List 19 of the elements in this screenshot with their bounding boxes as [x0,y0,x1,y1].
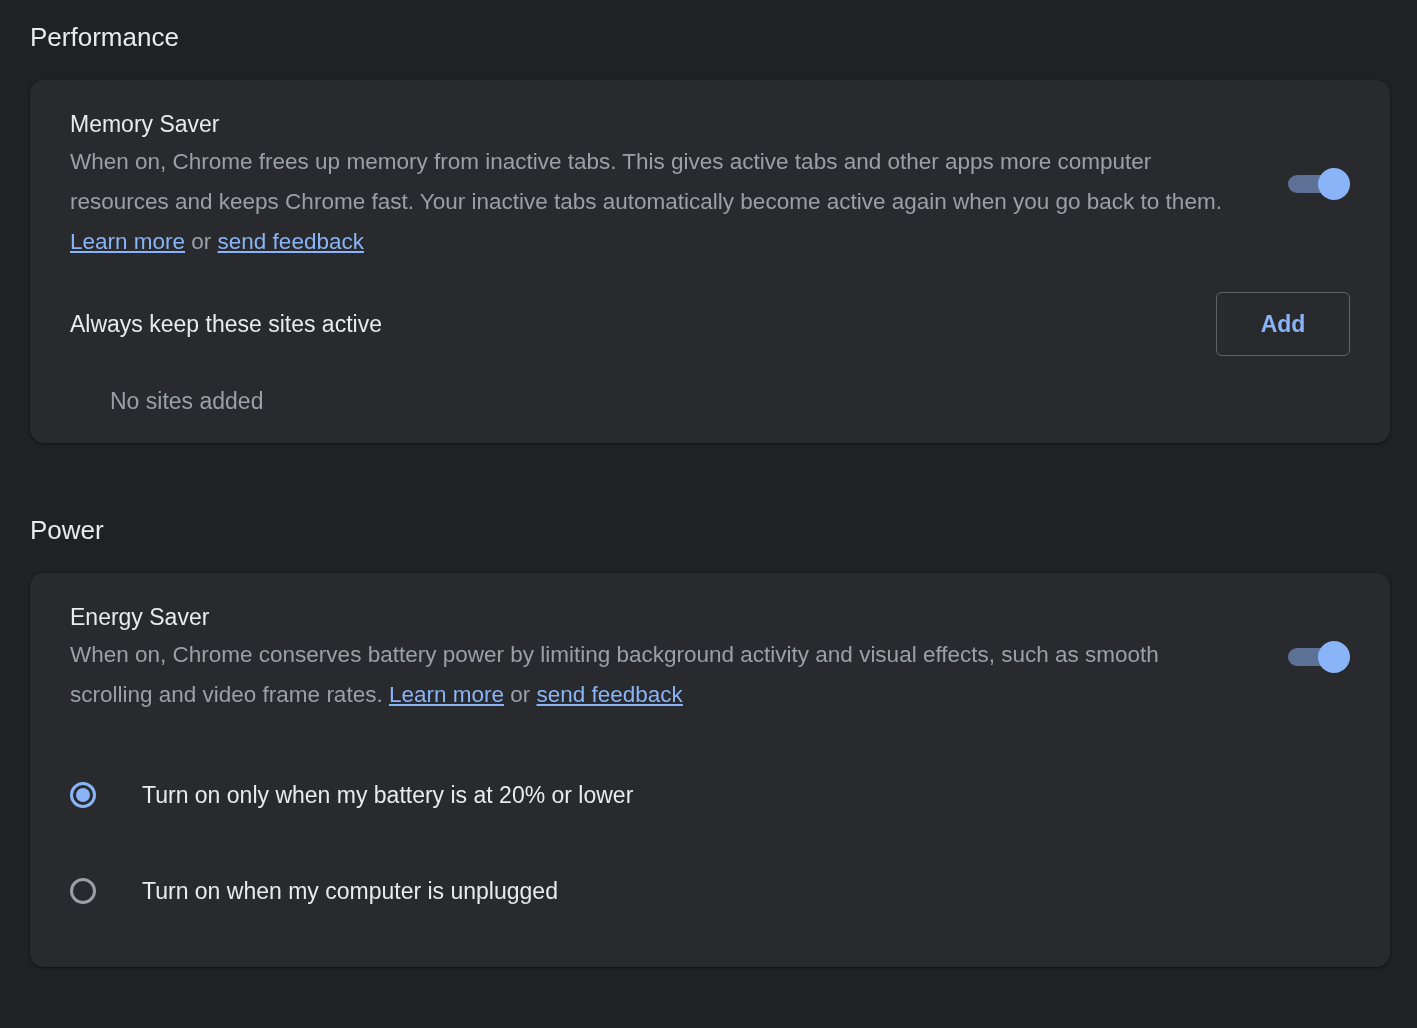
section-title: Performance [30,21,180,54]
link[interactable]: send feedback [217,229,364,254]
section-title: Power [30,514,105,547]
sites-label: Always keep these sites active [70,310,382,338]
toggle-switch[interactable] [1288,641,1350,673]
radio-button[interactable] [70,878,96,904]
setting-title: Energy Saver [70,603,211,632]
link[interactable]: Learn more [388,682,504,707]
radio-button[interactable] [70,782,96,808]
empty-message: No sites added [110,388,265,415]
toggle-switch[interactable] [1288,168,1350,200]
option-label[interactable]: Turn on only when my battery is at 20% or lower [142,781,634,809]
option-label[interactable]: Turn on when my computer is unplugged [142,877,558,905]
setting-description: When on, Chrome conserves battery power by limiting background activity and visual effects, such as smooth scrolling and video frame rates. Learn more or send feedback [70,641,1160,709]
setting-description: When on, Chrome frees up memory from inactive tabs. This gives active tabs and other apps more computer resources and keeps Chrome fast. Your inactive tabs automatically become active again when you go back to them. Learn more or send feedback [70,148,1223,256]
add-button[interactable]: Add [1216,292,1350,356]
link[interactable]: Learn more [70,229,186,254]
setting-title: Memory Saver [70,110,221,139]
link[interactable]: send feedback [536,682,683,707]
